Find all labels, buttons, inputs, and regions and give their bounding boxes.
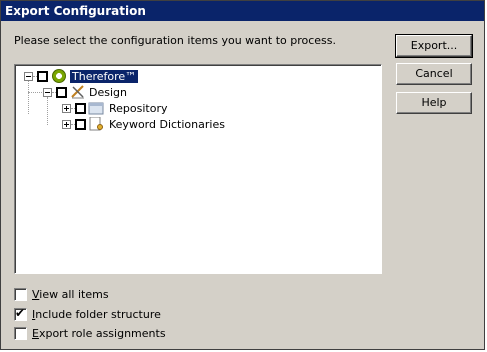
tree-connector-line xyxy=(47,97,48,125)
cancel-button[interactable]: Cancel xyxy=(396,63,472,85)
export-role-assignments-label-mnemonic: E xyxy=(32,326,39,340)
view-all-items-label: View all items xyxy=(32,288,109,301)
tree-node-keyword-dictionaries[interactable]: Keyword Dictionaries xyxy=(62,116,225,132)
expand-icon[interactable] xyxy=(62,103,71,113)
view-all-items-checkbox[interactable] xyxy=(14,287,27,301)
include-folder-structure-label: Include folder structure xyxy=(32,308,161,321)
instruction-text: Please select the configuration items yo… xyxy=(14,34,336,47)
tree-connector-line xyxy=(28,92,42,93)
title-bar: Export Configuration xyxy=(1,1,484,21)
configuration-tree[interactable]: Therefore™ Design Repository Keyword Dic… xyxy=(14,64,382,274)
export-configuration-dialog: Export Configuration Please select the c… xyxy=(0,0,485,350)
tree-node-design[interactable]: Design xyxy=(43,84,127,100)
view-all-items-option[interactable]: View all items xyxy=(14,286,109,302)
export-role-assignments-label-text: xport role assignments xyxy=(38,326,166,340)
help-button[interactable]: Help xyxy=(396,92,472,114)
therefore-logo-icon xyxy=(52,69,66,83)
include-folder-structure-option[interactable]: Include folder structure xyxy=(14,306,161,322)
view-all-items-label-text: iew all items xyxy=(39,287,109,301)
tree-node-checkbox[interactable] xyxy=(37,70,48,82)
tree-node-label: Keyword Dictionaries xyxy=(109,117,225,131)
include-folder-structure-checkbox[interactable] xyxy=(14,306,27,321)
tree-node-checkbox[interactable] xyxy=(75,118,86,130)
export-button[interactable]: Export... xyxy=(395,34,473,58)
tree-node-checkbox[interactable] xyxy=(56,86,67,98)
tree-node-label: Therefore™ xyxy=(70,69,139,83)
tree-node-label: Repository xyxy=(109,101,168,115)
tree-node-checkbox[interactable] xyxy=(75,102,86,114)
collapse-icon[interactable] xyxy=(24,71,33,81)
export-role-assignments-label: Export role assignments xyxy=(32,327,166,340)
tree-node-therefore[interactable]: Therefore™ xyxy=(24,68,139,84)
keyword-dictionary-icon xyxy=(88,117,104,131)
export-role-assignments-option[interactable]: Export role assignments xyxy=(14,325,166,341)
tree-node-repository[interactable]: Repository xyxy=(62,100,168,116)
include-folder-structure-label-text: nclude folder structure xyxy=(35,307,161,321)
export-role-assignments-checkbox[interactable] xyxy=(14,326,27,340)
tree-connector-line xyxy=(28,80,29,114)
expand-icon[interactable] xyxy=(62,119,71,129)
design-tools-icon xyxy=(71,85,85,99)
tree-node-label: Design xyxy=(89,85,127,99)
collapse-icon[interactable] xyxy=(43,87,52,97)
repository-icon xyxy=(88,101,104,115)
